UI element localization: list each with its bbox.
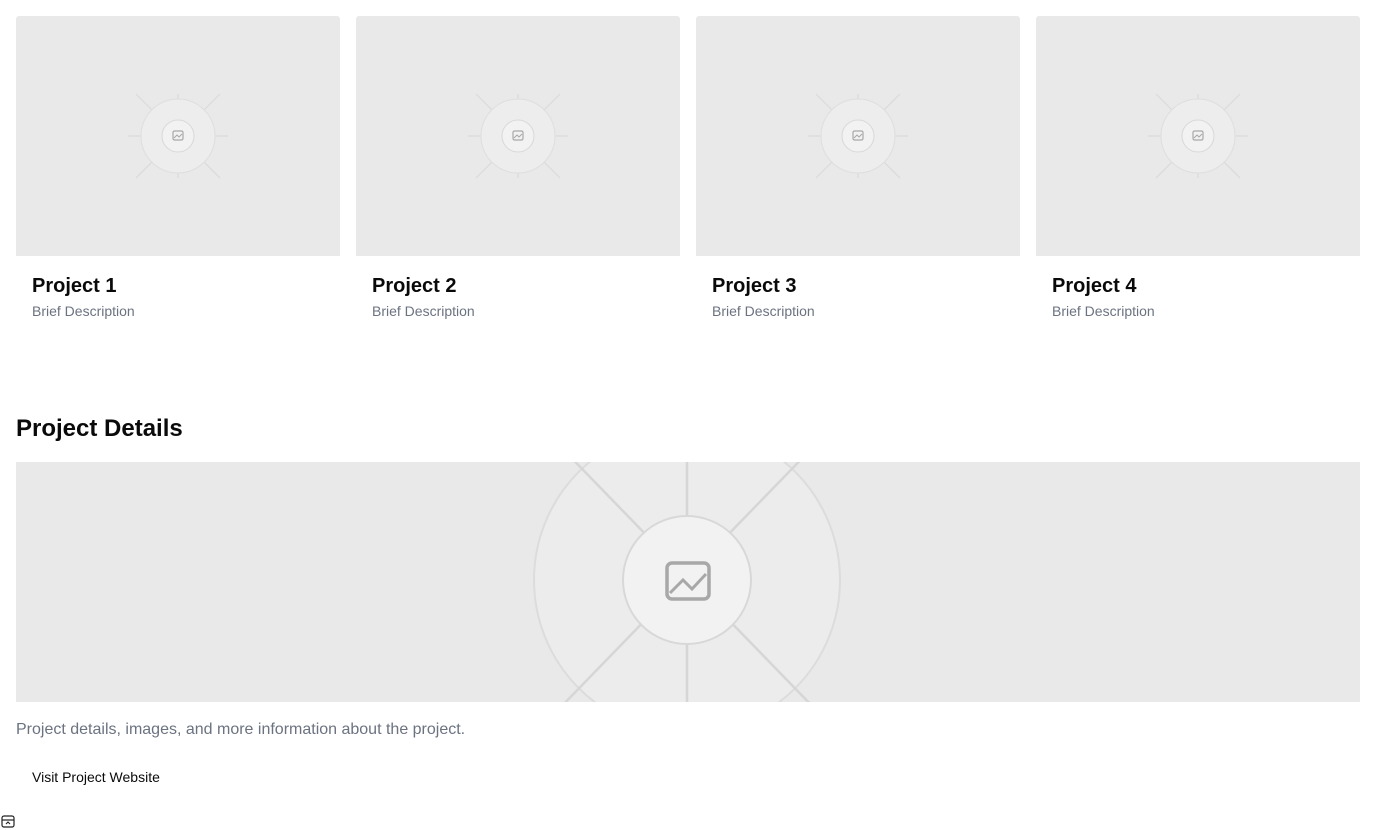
project-title: Project 2 — [372, 275, 457, 297]
image-placeholder-icon — [471, 462, 903, 702]
project-card[interactable]: Project 2 Brief Description — [356, 16, 680, 320]
image-placeholder-icon — [808, 93, 908, 179]
project-description: Brief Description — [32, 303, 135, 319]
image-placeholder-icon — [468, 93, 568, 179]
project-description: Brief Description — [372, 303, 475, 319]
project-title: Project 1 — [32, 275, 117, 297]
project-card[interactable]: Project 1 Brief Description — [16, 16, 340, 320]
project-details-image — [16, 462, 1360, 702]
project-card[interactable]: Project 4 Brief Description — [1036, 16, 1360, 320]
project-details-heading: Project Details — [16, 415, 183, 442]
image-placeholder-icon — [1148, 93, 1248, 179]
project-thumbnail — [356, 16, 680, 256]
image-placeholder-icon — [128, 93, 228, 179]
project-thumbnail — [696, 16, 1020, 256]
project-details-text: Project details, images, and more inform… — [16, 721, 466, 738]
project-title: Project 3 — [712, 275, 797, 297]
project-thumbnail — [16, 16, 340, 256]
project-description: Brief Description — [712, 303, 815, 319]
project-cards: Project 1 Brief Description Project 2 Br… — [16, 16, 1360, 320]
project-card[interactable]: Project 3 Brief Description — [696, 16, 1020, 320]
project-thumbnail — [1036, 16, 1360, 256]
project-title: Project 4 — [1052, 275, 1137, 297]
project-description: Brief Description — [1052, 303, 1155, 319]
visit-website-link[interactable]: Visit Project Website — [32, 768, 160, 786]
panel-icon[interactable] — [1, 814, 15, 828]
